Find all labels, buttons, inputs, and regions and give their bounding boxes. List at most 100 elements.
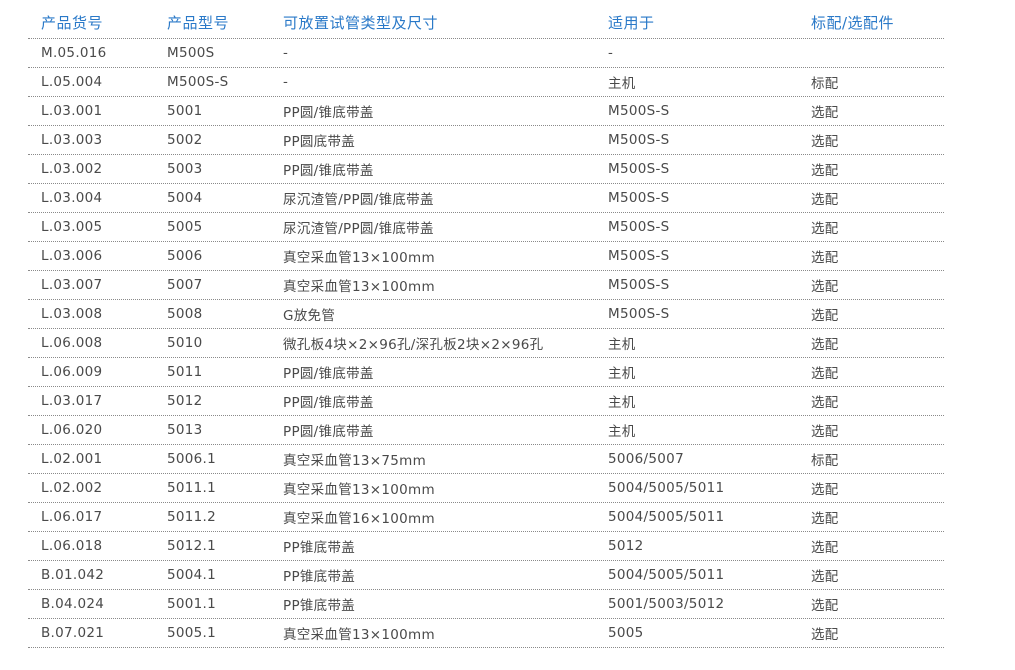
- table-row: B.01.042 5004.1 PP锥底带盖 5004/5005/5011 选配: [28, 561, 944, 590]
- table-row: L.06.009 5011 PP圆/锥底带盖 主机 选配: [28, 358, 944, 387]
- applicable-to-cell: 5005: [608, 625, 644, 641]
- table-row: L.06.018 5012.1 PP锥底带盖 5012 选配: [28, 532, 944, 561]
- product-model-cell: 5011.1: [167, 480, 217, 496]
- table-row: L.03.017 5012 PP圆/锥底带盖 主机 选配: [28, 387, 944, 416]
- product-model-cell: 5008: [167, 306, 203, 322]
- product-code-cell: L.06.008: [41, 335, 103, 351]
- applicable-to-cell: M500S-S: [608, 277, 670, 293]
- header-applicable-to: 适用于: [608, 13, 655, 32]
- product-code-cell: L.03.007: [41, 277, 103, 293]
- standard-optional-cell: 选配: [811, 279, 839, 295]
- product-model-cell: M500S: [167, 45, 215, 61]
- product-model-cell: 5013: [167, 422, 203, 438]
- product-model-cell: 5002: [167, 132, 203, 148]
- product-model-cell: 5001.1: [167, 596, 217, 612]
- product-code-cell: L.03.006: [41, 248, 103, 264]
- tube-type-cell: 尿沉渣管/PP圆/锥底带盖: [283, 192, 434, 208]
- applicable-to-cell: -: [608, 45, 614, 61]
- standard-optional-cell: 选配: [811, 308, 839, 324]
- table-row: L.03.004 5004 尿沉渣管/PP圆/锥底带盖 M500S-S 选配: [28, 184, 944, 213]
- product-code-cell: L.06.020: [41, 422, 103, 438]
- product-model-cell: 5004.1: [167, 567, 217, 583]
- product-code-cell: L.03.002: [41, 161, 103, 177]
- tube-type-cell: 真空采血管16×100mm: [283, 511, 435, 527]
- applicable-to-cell: 5004/5005/5011: [608, 567, 725, 583]
- table-row: L.06.008 5010 微孔板4块×2×96孔/深孔板2块×2×96孔 主机 选配: [28, 329, 944, 358]
- product-code-cell: L.02.002: [41, 480, 103, 496]
- applicable-to-cell: M500S-S: [608, 219, 670, 235]
- product-code-cell: L.03.005: [41, 219, 103, 235]
- product-model-cell: 5011.2: [167, 509, 217, 525]
- product-code-cell: L.03.017: [41, 393, 103, 409]
- applicable-to-cell: 主机: [608, 395, 636, 411]
- product-model-cell: M500S-S: [167, 74, 229, 90]
- applicable-to-cell: 5006/5007: [608, 451, 684, 467]
- product-code-cell: L.06.009: [41, 364, 103, 380]
- product-model-cell: 5003: [167, 161, 203, 177]
- tube-type-cell: 真空采血管13×100mm: [283, 482, 435, 498]
- tube-type-cell: 微孔板4块×2×96孔/深孔板2块×2×96孔: [283, 337, 544, 353]
- standard-optional-cell: 选配: [811, 105, 839, 121]
- applicable-to-cell: M500S-S: [608, 132, 670, 148]
- product-code-cell: L.06.017: [41, 509, 103, 525]
- standard-optional-cell: 选配: [811, 250, 839, 266]
- product-code-cell: L.03.003: [41, 132, 103, 148]
- tube-type-cell: 尿沉渣管/PP圆/锥底带盖: [283, 221, 434, 237]
- standard-optional-cell: 标配: [811, 453, 839, 469]
- table-row: L.03.002 5003 PP圆/锥底带盖 M500S-S 选配: [28, 155, 944, 184]
- product-code-cell: L.03.001: [41, 103, 103, 119]
- tube-type-cell: -: [283, 74, 289, 90]
- table-row: L.03.001 5001 PP圆/锥底带盖 M500S-S 选配: [28, 97, 944, 126]
- product-model-cell: 5005: [167, 219, 203, 235]
- product-model-cell: 5005.1: [167, 625, 217, 641]
- table-row: L.03.003 5002 PP圆底带盖 M500S-S 选配: [28, 126, 944, 155]
- product-code-cell: M.05.016: [41, 45, 107, 61]
- product-model-cell: 5012.1: [167, 538, 217, 554]
- applicable-to-cell: M500S-S: [608, 190, 670, 206]
- table-row: L.05.004 M500S-S - 主机 标配: [28, 68, 944, 97]
- standard-optional-cell: 选配: [811, 192, 839, 208]
- tube-type-cell: 真空采血管13×100mm: [283, 250, 435, 266]
- product-code-cell: L.03.008: [41, 306, 103, 322]
- applicable-to-cell: 5012: [608, 538, 644, 554]
- standard-optional-cell: 选配: [811, 540, 839, 556]
- tube-type-cell: PP锥底带盖: [283, 569, 356, 585]
- tube-type-cell: 真空采血管13×75mm: [283, 453, 427, 469]
- applicable-to-cell: M500S-S: [608, 161, 670, 177]
- header-product-code: 产品货号: [41, 13, 104, 32]
- header-standard-optional: 标配/选配件: [811, 13, 895, 32]
- table-row: B.04.024 5001.1 PP锥底带盖 5001/5003/5012 选配: [28, 590, 944, 619]
- product-model-cell: 5006.1: [167, 451, 217, 467]
- tube-type-cell: PP圆/锥底带盖: [283, 366, 374, 382]
- tube-type-cell: PP圆/锥底带盖: [283, 395, 374, 411]
- table-row: L.06.020 5013 PP圆/锥底带盖 主机 选配: [28, 416, 944, 445]
- tube-type-cell: PP圆/锥底带盖: [283, 424, 374, 440]
- standard-optional-cell: 选配: [811, 424, 839, 440]
- applicable-to-cell: M500S-S: [608, 248, 670, 264]
- applicable-to-cell: 主机: [608, 76, 636, 92]
- standard-optional-cell: 选配: [811, 163, 839, 179]
- standard-optional-cell: 标配: [811, 76, 839, 92]
- table-body: M.05.016 M500S - - L.05.004 M500S-S - 主机 标配 L.03.…: [28, 39, 944, 648]
- table-row: L.03.005 5005 尿沉渣管/PP圆/锥底带盖 M500S-S 选配: [28, 213, 944, 242]
- applicable-to-cell: 主机: [608, 366, 636, 382]
- product-model-cell: 5001: [167, 103, 203, 119]
- tube-type-cell: G放免管: [283, 308, 336, 324]
- standard-optional-cell: 选配: [811, 482, 839, 498]
- product-model-cell: 5010: [167, 335, 203, 351]
- header-product-model: 产品型号: [167, 13, 230, 32]
- product-model-cell: 5007: [167, 277, 203, 293]
- table-row: L.06.017 5011.2 真空采血管16×100mm 5004/5005/501…: [28, 503, 944, 532]
- applicable-to-cell: M500S-S: [608, 306, 670, 322]
- product-model-cell: 5006: [167, 248, 203, 264]
- table-row: L.03.007 5007 真空采血管13×100mm M500S-S 选配: [28, 271, 944, 300]
- tube-type-cell: PP锥底带盖: [283, 540, 356, 556]
- table-row: M.05.016 M500S - -: [28, 39, 944, 68]
- table-header: 产品货号 产品型号 可放置试管类型及尺寸 适用于 标配/选配件: [28, 6, 944, 39]
- table-row: L.03.008 5008 G放免管 M500S-S 选配: [28, 300, 944, 329]
- tube-type-cell: PP锥底带盖: [283, 598, 356, 614]
- table-row: L.02.002 5011.1 真空采血管13×100mm 5004/5005/501…: [28, 474, 944, 503]
- standard-optional-cell: 选配: [811, 337, 839, 353]
- product-code-cell: L.03.004: [41, 190, 103, 206]
- standard-optional-cell: 选配: [811, 221, 839, 237]
